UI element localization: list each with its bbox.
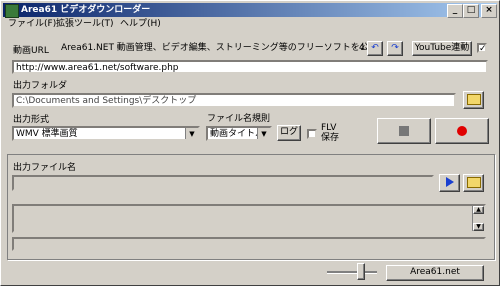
play-icon: [445, 177, 454, 187]
output-filename-field[interactable]: [12, 175, 434, 191]
promo-link[interactable]: Area61.NET 動画管理、ビデオ編集、ストリーミング等のフリーソフトを公開: [61, 43, 378, 54]
output-filename-label: 出力ファイル名: [13, 163, 77, 173]
app-window: Area61 ビデオダウンローダー _ □ × ファイル(F) 拡張ツール(T)…: [0, 0, 500, 286]
title-bar[interactable]: Area61 ビデオダウンローダー _ □ ×: [3, 3, 497, 18]
output-format-label: 出力形式: [13, 115, 50, 125]
flv-label-line1: FLV: [321, 123, 337, 133]
app-icon: [5, 4, 19, 18]
folder-icon: [466, 177, 481, 188]
filename-rule-label: ファイル名規則: [207, 114, 271, 124]
menu-tools[interactable]: 拡張ツール(T): [56, 18, 114, 30]
maximize-button[interactable]: □: [463, 4, 479, 18]
menu-file[interactable]: ファイル(F): [8, 18, 56, 30]
volume-slider[interactable]: [357, 263, 365, 280]
window-title: Area61 ビデオダウンローダー: [21, 5, 151, 15]
output-format-value: WMV 標準画質: [16, 129, 78, 139]
flv-save-label: FLV 保存: [321, 123, 339, 143]
menu-bar: ファイル(F) 拡張ツール(T) ヘルプ(H): [3, 18, 497, 30]
open-output-folder-button[interactable]: [463, 174, 484, 192]
checkmark-icon: ✓: [479, 44, 487, 54]
volume-track: [327, 271, 377, 274]
youtube-link-checkbox[interactable]: ✓: [477, 43, 487, 54]
record-icon: [457, 126, 467, 136]
close-button[interactable]: ×: [481, 4, 497, 18]
filename-rule-value: 動画タイトル: [210, 129, 265, 139]
log-button[interactable]: ログ: [277, 125, 301, 141]
forward-button[interactable]: ↷: [387, 41, 403, 56]
progress-area: [12, 204, 486, 233]
scroll-down-button[interactable]: ▼: [473, 223, 484, 231]
youtube-link-button[interactable]: YouTube連動: [412, 41, 472, 56]
progress-bar: [12, 237, 486, 251]
scroll-up-button[interactable]: ▲: [473, 206, 484, 214]
area61-button[interactable]: Area61.net: [386, 265, 484, 281]
filename-rule-select[interactable]: 動画タイトル ▼: [206, 126, 272, 141]
flv-label-line2: 保存: [321, 133, 340, 143]
back-icon: ↶: [371, 43, 379, 53]
output-folder-label: 出力フォルダ: [13, 81, 68, 91]
stop-icon: [399, 126, 409, 136]
chevron-down-icon: ▼: [257, 128, 270, 139]
history-counter: 4: [359, 43, 365, 53]
menu-help[interactable]: ヘルプ(H): [120, 18, 161, 30]
progress-scrollbar[interactable]: ▲ ▼: [472, 206, 484, 231]
video-url-label: 動画URL: [13, 46, 49, 56]
chevron-down-icon: ▼: [185, 128, 198, 139]
browse-folder-button[interactable]: [463, 91, 484, 109]
forward-icon: ↷: [391, 43, 399, 53]
video-url-input[interactable]: http://www.area61.net/software.php: [12, 60, 488, 74]
minimize-button[interactable]: _: [447, 4, 463, 18]
folder-icon: [466, 94, 481, 105]
back-button[interactable]: ↶: [367, 41, 383, 56]
stop-button[interactable]: [377, 118, 431, 144]
output-folder-input[interactable]: C:\Documents and Settings\デスクトップ: [12, 93, 456, 108]
flv-save-checkbox[interactable]: [307, 129, 317, 139]
output-format-select[interactable]: WMV 標準画質 ▼: [12, 126, 200, 141]
record-button[interactable]: [435, 118, 489, 144]
play-button[interactable]: [439, 174, 460, 192]
